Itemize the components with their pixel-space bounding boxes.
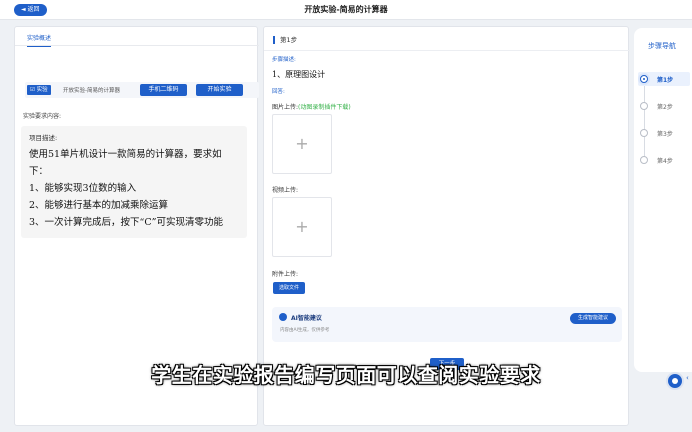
experiment-name: 开放实验-简易的计算器 (63, 88, 120, 94)
step-navigation: 步骤导航 第1步 第2步 第3步 第4步 (634, 28, 692, 372)
requirement-line: 3、一次计算完成后，按下“C”可实现清零功能 (29, 217, 224, 228)
step-description-label: 步骤描述: (272, 57, 296, 63)
requirement-line: 使用51单片机设计一款简易的计算器，要求如 (29, 149, 222, 160)
requirements-content: 项目描述: 使用51单片机设计一款简易的计算器，要求如 下： 1、能够实现3位数… (21, 126, 247, 238)
step-dot-icon (640, 102, 648, 110)
step-dot-icon (640, 75, 648, 83)
image-upload-label: 图片上传:(动图录制插件下载) (272, 102, 351, 111)
image-upload-label-text: 图片上传: (272, 104, 299, 111)
ai-suggestion-card: AI智能建议 内容由AI生成，仅供参考 生成智能建议 (272, 307, 622, 342)
video-upload-label: 视频上传: (272, 187, 299, 194)
image-upload-box[interactable]: + (272, 114, 332, 174)
step-divider (264, 50, 630, 51)
requirements-label: 实验要求内容: (23, 113, 62, 120)
step-navigation-title: 步骤导航 (648, 42, 676, 50)
experiment-tag: ☑ 实验 (27, 85, 51, 95)
attachment-upload-label: 附件上传: (272, 271, 299, 278)
nav-step-label: 第1步 (657, 77, 674, 84)
top-bar: ◄ 返回 开放实验-简易的计算器 (0, 0, 692, 20)
requirement-line: 2、能够进行基本的加减乘除运算 (29, 200, 169, 211)
mobile-qr-button[interactable]: 手机二维码 (140, 84, 187, 96)
page-title: 开放实验-简易的计算器 (304, 5, 388, 14)
ai-icon (279, 313, 287, 321)
nav-step-4[interactable]: 第4步 (638, 153, 690, 167)
start-experiment-button[interactable]: 开始实验 (196, 84, 243, 96)
tab-divider (15, 45, 259, 46)
nav-step-label: 第3步 (657, 131, 673, 138)
ai-disclaimer: 内容由AI生成，仅供参考 (280, 328, 330, 333)
requirement-line: 1、能够实现3位数的输入 (29, 183, 137, 194)
video-subtitle: 学生在实验报告编写页面可以查阅实验要求 (151, 363, 541, 387)
step-dot-icon (640, 129, 648, 137)
requirements-title: 项目描述: (29, 134, 58, 142)
video-upload-box[interactable]: + (272, 197, 332, 257)
generate-ai-suggestion-button[interactable]: 生成智能建议 (569, 313, 616, 324)
gif-plugin-download-link[interactable]: (动图录制插件下载) (298, 104, 351, 111)
step-dot-icon (640, 156, 648, 164)
nav-step-label: 第2步 (657, 104, 673, 111)
nav-step-label: 第4步 (657, 158, 673, 165)
plus-icon: + (295, 134, 309, 153)
plus-icon: + (295, 217, 309, 236)
step-heading: 第1步 (273, 36, 297, 44)
ai-suggestion-title: AI智能建议 (291, 315, 322, 322)
nav-step-3[interactable]: 第3步 (638, 126, 690, 140)
step-rail (644, 78, 645, 160)
choose-file-button[interactable]: 选取文件 (273, 282, 306, 294)
answer-label: 回答: (272, 89, 285, 95)
nav-step-2[interactable]: 第2步 (638, 99, 690, 113)
nav-step-1[interactable]: 第1步 (638, 72, 690, 86)
step-description: 1、原理图设计 (272, 70, 326, 79)
requirement-line: 下： (29, 166, 49, 177)
